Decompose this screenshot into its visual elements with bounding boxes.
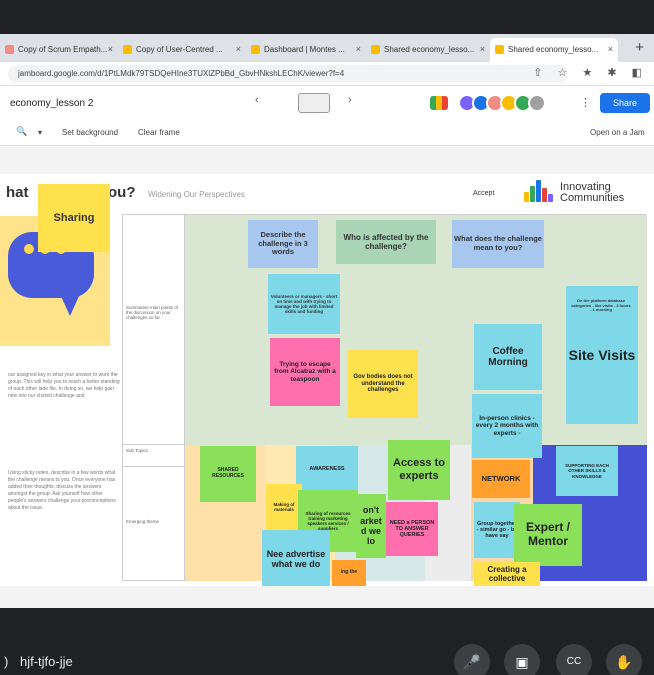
browser-tab-active[interactable]: Shared economy_lesso... × <box>490 38 618 62</box>
captions-icon[interactable]: CC <box>556 644 592 675</box>
jamboard-canvas[interactable]: hat ou? Widening Our Perspectives Accept… <box>0 146 654 608</box>
sticky-note[interactable]: Access to experts <box>388 440 450 500</box>
sticky-note[interactable]: SHARED RESOURCES <box>200 446 256 502</box>
tab-favicon-icon <box>5 45 14 54</box>
raise-hand-icon[interactable]: ✋ <box>606 644 642 675</box>
more-options-icon[interactable]: ⋮ <box>580 96 591 109</box>
tab-label: Shared economy_lesso... <box>508 45 599 54</box>
zoom-caret-icon[interactable]: ▾ <box>38 128 42 137</box>
sticky-note[interactable]: Who is affected by the challenge? <box>336 220 436 264</box>
avatar[interactable] <box>528 94 546 112</box>
frame-bar-thumbnail[interactable] <box>298 93 330 113</box>
jamboard-header: economy_lesson 2 ‹ › ⋮ Share <box>0 86 654 120</box>
screen: Copy of Scrum Empath... × Copy of User-C… <box>0 0 654 675</box>
browser-tab[interactable]: Copy of Scrum Empath... × <box>0 38 118 62</box>
accept-label: Accept <box>473 190 495 197</box>
row-label-summary: Summarise main points of the discussion … <box>123 215 185 445</box>
sticky-note[interactable]: Expert / Mentor <box>514 504 582 566</box>
tab-label: Copy of Scrum Empath... <box>18 45 108 54</box>
browser-extension-icons[interactable]: ⇧ ☆ ★ ✱ ◧ <box>533 66 648 79</box>
tab-close-icon[interactable]: × <box>608 44 613 54</box>
address-bar[interactable]: jamboard.google.com/d/1PtLMdk79TSDQeHIne… <box>8 65 568 83</box>
sticky-note[interactable]: NETWORK <box>472 460 530 498</box>
logo-text: Innovating Communities <box>560 181 625 204</box>
address-bar-row: jamboard.google.com/d/1PtLMdk79TSDQeHIne… <box>0 62 654 86</box>
meet-separator: ) <box>4 654 9 669</box>
sticky-note[interactable]: Creating a collective <box>474 562 540 586</box>
sticky-note[interactable]: What does the challenge mean to you? <box>452 220 544 268</box>
sticky-note[interactable]: NEED a PERSON TO ANSWER QUERIES <box>386 502 438 556</box>
row-label-emerging: Emerging theme <box>123 467 185 581</box>
frame[interactable]: hat ou? Widening Our Perspectives Accept… <box>0 174 654 586</box>
set-background-button[interactable]: Set background <box>62 128 118 137</box>
next-frame-button[interactable]: › <box>348 94 352 106</box>
meet-control-bar: ) hjf-tjfo-jje 🎤 ▣ CC ✋ <box>0 608 654 675</box>
tab-favicon-icon <box>495 45 504 54</box>
sticky-note[interactable]: Making of materials <box>266 484 302 530</box>
prev-frame-button[interactable]: ‹ <box>255 94 259 106</box>
meet-icon[interactable] <box>430 96 448 110</box>
sticky-note[interactable]: Describe the challenge in 3 words <box>248 220 318 268</box>
open-on-jam-button[interactable]: Open on a Jam <box>590 128 645 137</box>
tab-favicon-icon <box>123 45 132 54</box>
sticky-note[interactable]: Sharing <box>38 184 110 252</box>
clear-frame-button[interactable]: Clear frame <box>138 128 180 137</box>
browser-tab-bar: Copy of Scrum Empath... × Copy of User-C… <box>0 34 654 62</box>
zoom-icon[interactable]: 🔍 <box>16 126 27 137</box>
sticky-note[interactable]: Gov bodies does not understand the chall… <box>348 350 418 418</box>
slide-subtitle: Widening Our Perspectives <box>148 190 245 199</box>
tab-close-icon[interactable]: × <box>236 44 241 54</box>
microphone-icon[interactable]: 🎤 <box>454 644 490 675</box>
new-tab-button[interactable]: + <box>635 39 644 56</box>
meeting-code: hjf-tjfo-jje <box>20 654 73 669</box>
doc-title[interactable]: economy_lesson 2 <box>10 98 93 109</box>
tab-label: Copy of User-Centred ... <box>136 45 223 54</box>
tab-close-icon[interactable]: × <box>356 44 361 54</box>
sticky-note[interactable]: Volunteers or managers - short on time a… <box>268 274 340 334</box>
camera-icon[interactable]: ▣ <box>504 644 540 675</box>
instruction-text: Using sticky notes, describe in a few wo… <box>8 470 116 511</box>
sticky-note[interactable]: ing the <box>332 560 366 586</box>
browser-tab[interactable]: Shared economy_lesso... × <box>366 38 490 62</box>
tab-favicon-icon <box>251 45 260 54</box>
sticky-note[interactable]: SUPPORTING EACH OTHER SKILLS & KNOWLEDGE <box>556 446 618 496</box>
tab-label: Shared economy_lesso... <box>384 45 475 54</box>
browser-tab[interactable]: Copy of User-Centred ... × <box>118 38 246 62</box>
tab-label: Dashboard | Montes ... <box>264 45 345 54</box>
page-title-right: ou? <box>108 184 136 201</box>
sticky-note-text: On the platform database categories - li… <box>571 298 631 313</box>
sticky-note[interactable]: Nee advertise what we do <box>262 530 330 586</box>
tab-close-icon[interactable]: × <box>480 44 485 54</box>
share-button[interactable]: Share <box>600 93 650 113</box>
sticky-note[interactable]: Coffee Morning <box>474 324 542 390</box>
sticky-note[interactable]: In-person clinics - every 2 months with … <box>472 394 542 458</box>
sticky-note[interactable]: Trying to escape from Alcatraz with a te… <box>270 338 340 406</box>
tab-favicon-icon <box>371 45 380 54</box>
jamboard-toolbar: 🔍 ▾ Set background Clear frame Open on a… <box>0 120 654 146</box>
tab-close-icon[interactable]: × <box>108 44 113 54</box>
row-label-sub-topics: Sub Topics <box>123 445 185 467</box>
instruction-text: our assigned key in what your answer to … <box>8 372 120 399</box>
browser-tab[interactable]: Dashboard | Montes ... × <box>246 38 366 62</box>
sticky-note[interactable]: AWARENESS <box>296 446 358 492</box>
sticky-note[interactable]: on't arket d we lo <box>356 494 386 558</box>
page-title-left: hat <box>6 184 29 201</box>
